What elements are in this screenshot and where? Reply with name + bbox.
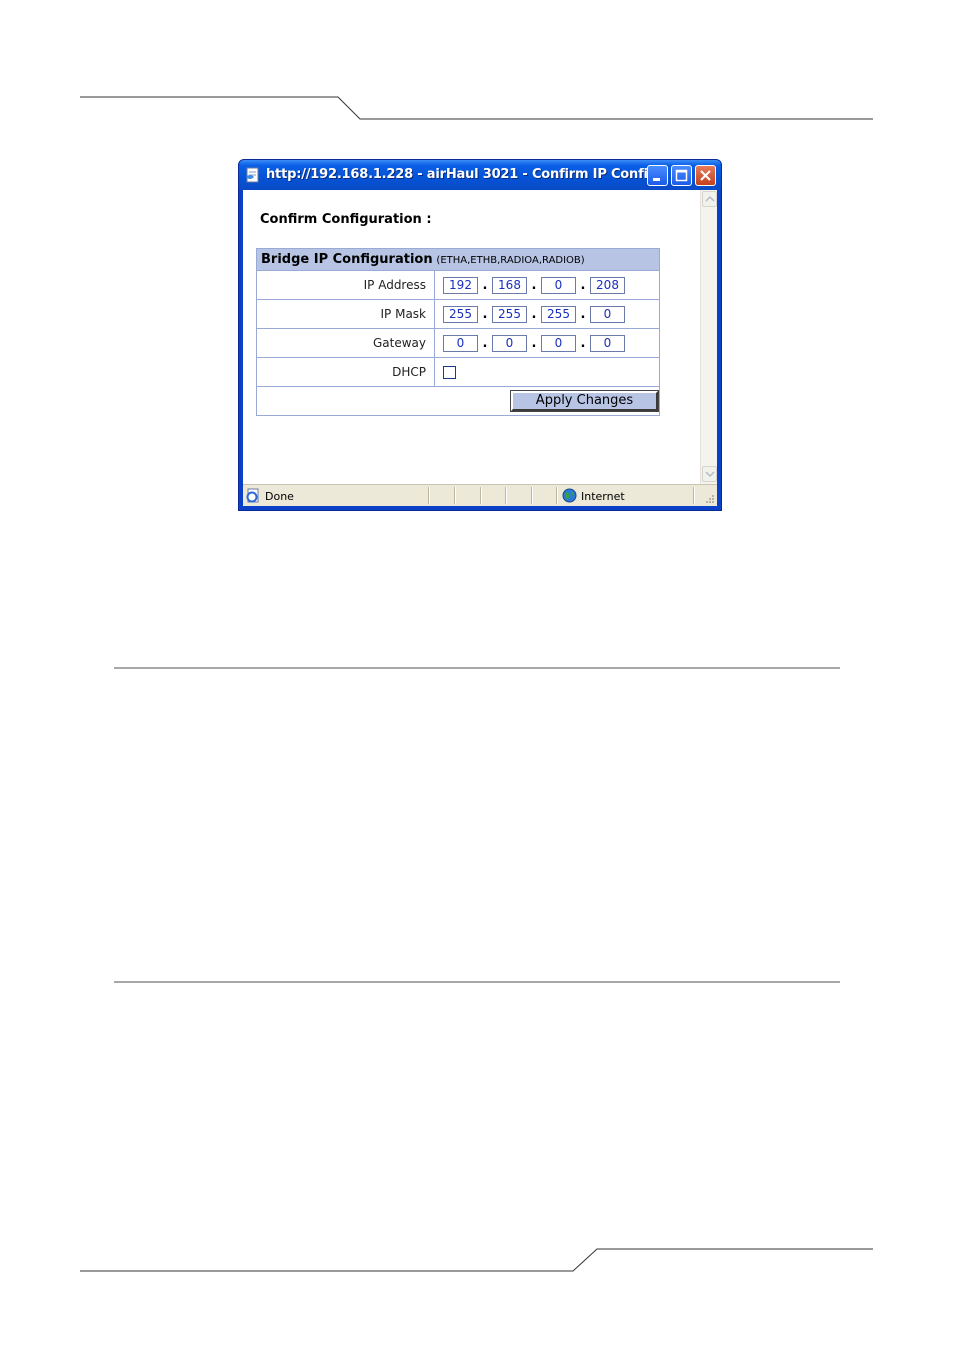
ip-address-octet-2[interactable]: 168 [492,276,527,294]
status-divider [693,487,695,504]
table-title: Bridge IP Configuration [261,252,433,267]
chevron-up-icon [705,195,715,202]
internet-globe-icon [562,488,577,503]
status-divider [531,487,533,504]
status-divider [454,487,456,504]
status-bar: Done Internet [243,484,717,506]
bridge-ip-config-table: Bridge IP Configuration (ETHA,ETHB,RADIO… [256,248,660,416]
octet-separator: . [531,277,537,293]
actions-row: Apply Changes [256,386,660,416]
minimize-button[interactable] [647,165,668,186]
page-heading: Confirm Configuration : [260,212,432,227]
ip-address-row: IP Address 192. 168. 0. 208 [256,270,660,300]
status-divider [556,487,558,504]
security-zone-text: Internet [581,490,625,503]
ip-mask-octet-1[interactable]: 255 [443,305,478,323]
ip-address-octet-3[interactable]: 0 [541,276,576,294]
octet-separator: . [482,277,488,293]
gateway-label: Gateway [256,328,435,358]
gateway-octet-4[interactable]: 0 [590,334,625,352]
gateway-row: Gateway 0.0.0.0 [256,328,660,358]
table-header: Bridge IP Configuration (ETHA,ETHB,RADIO… [256,248,660,271]
status-divider [428,487,430,504]
ip-address-octet-4[interactable]: 208 [590,276,625,294]
gateway-octet-1[interactable]: 0 [443,334,478,352]
ip-address-label: IP Address [256,270,435,300]
dhcp-row: DHCP [256,357,660,387]
octet-separator: . [531,335,537,351]
page-icon [246,167,259,183]
gateway-octet-2[interactable]: 0 [492,334,527,352]
octet-separator: . [580,277,586,293]
ip-mask-octet-4[interactable]: 0 [590,305,625,323]
scroll-down-button[interactable] [702,466,717,482]
maximize-button[interactable] [671,165,692,186]
title-bar[interactable]: http://192.168.1.228 - airHaul 3021 - Co… [239,160,721,190]
status-text: Done [265,490,294,503]
browser-popup-window: http://192.168.1.228 - airHaul 3021 - Co… [238,159,722,511]
ip-mask-label: IP Mask [256,299,435,329]
vertical-scrollbar[interactable] [700,190,717,484]
octet-separator: . [580,335,586,351]
maximize-icon [675,169,688,182]
window-title: http://192.168.1.228 - airHaul 3021 - Co… [266,167,663,182]
status-divider [480,487,482,504]
minimize-icon [653,178,660,181]
chevron-down-icon [705,471,715,478]
dhcp-checkbox[interactable] [443,366,456,379]
close-icon [700,170,711,181]
close-button[interactable] [695,165,716,186]
ie-page-icon [246,488,259,503]
octet-separator: . [482,306,488,322]
status-divider [505,487,507,504]
ip-mask-octet-3[interactable]: 255 [541,305,576,323]
octet-separator: . [531,306,537,322]
octet-separator: . [580,306,586,322]
ip-mask-octet-2[interactable]: 255 [492,305,527,323]
ip-mask-row: IP Mask 255. 255. 255. 0 [256,299,660,329]
table-subtitle: (ETHA,ETHB,RADIOA,RADIOB) [436,255,585,266]
section-rule-top [114,667,840,669]
gateway-octet-3[interactable]: 0 [541,334,576,352]
apply-changes-button[interactable]: Apply Changes [510,390,659,412]
resize-grip-icon[interactable] [704,493,715,504]
octet-separator: . [482,335,488,351]
ip-address-octet-1[interactable]: 192 [443,276,478,294]
section-rule-bottom [114,981,840,983]
scroll-up-button[interactable] [702,191,717,207]
page-content: Confirm Configuration : Bridge IP Config… [243,190,717,484]
dhcp-label: DHCP [256,357,435,387]
